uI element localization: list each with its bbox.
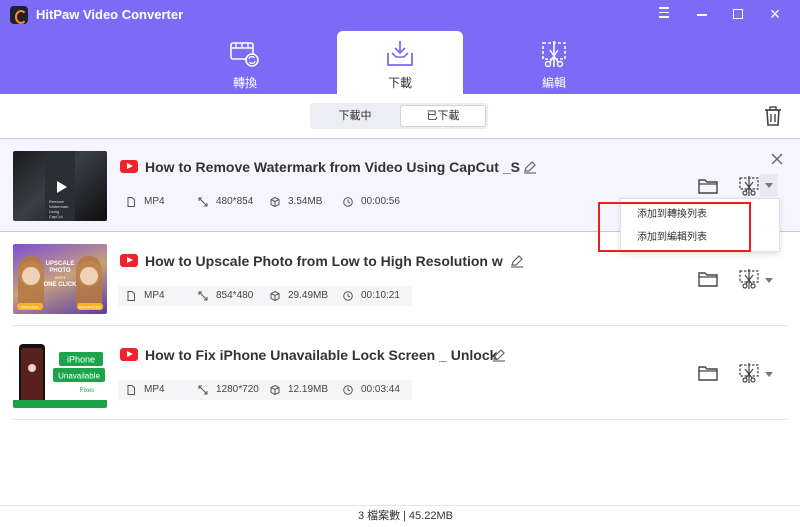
thumb-text: Fixes: [80, 388, 94, 394]
menu-icon[interactable]: [654, 4, 674, 24]
video-format: MP4: [144, 384, 165, 395]
thumb-text: PHOTO: [49, 268, 71, 274]
video-format: MP4: [144, 196, 165, 207]
app-title: HitPaw Video Converter: [36, 7, 184, 22]
resolution-icon: [198, 197, 208, 207]
download-icon: [387, 41, 413, 66]
video-row[interactable]: iPhone Unavailable Fixes How to Fix iPho…: [0, 326, 800, 420]
video-meta: MP4 480*854 3.54MB 00:00:56: [118, 192, 412, 212]
size-icon: [270, 197, 280, 207]
file-icon: [127, 291, 135, 301]
highlight-box: [598, 202, 751, 252]
size-icon: [270, 385, 280, 395]
cut-icon[interactable]: [738, 363, 760, 383]
folder-icon[interactable]: [698, 178, 718, 194]
cut-icon[interactable]: [738, 176, 760, 196]
video-duration: 00:03:44: [361, 384, 400, 395]
video-meta: MP4 854*480 29.49MB 00:10:21: [118, 286, 412, 306]
convert-icon: [230, 42, 259, 67]
tab-convert[interactable]: 轉換: [182, 31, 308, 94]
download-status-switch: 下載中 已下載: [310, 103, 488, 129]
row-divider: [12, 419, 788, 420]
clock-icon: [343, 291, 353, 301]
video-format: MP4: [144, 290, 165, 301]
subtab-downloaded[interactable]: 已下載: [400, 105, 486, 127]
video-thumbnail: Remove Watermark Using CapCut: [13, 151, 107, 221]
youtube-icon: [120, 348, 138, 361]
clock-icon: [343, 385, 353, 395]
thumb-text: ONE CLICK: [44, 282, 78, 288]
tab-download-label: 下載: [387, 76, 412, 90]
youtube-icon: [120, 254, 138, 267]
size-icon: [270, 291, 280, 301]
thumb-text: Unavailable: [58, 372, 100, 381]
video-resolution: 854*480: [216, 290, 254, 301]
tab-download[interactable]: 下載: [337, 31, 463, 94]
thumb-text: WITH: [55, 275, 65, 280]
caret-down-icon[interactable]: [765, 278, 773, 283]
video-duration: 00:10:21: [361, 290, 400, 301]
title-bar: HitPaw Video Converter × 轉換 下載 編輯: [0, 0, 800, 94]
video-size: 29.49MB: [288, 290, 329, 301]
tab-convert-label: 轉換: [232, 76, 257, 90]
resolution-icon: [198, 385, 208, 395]
resolution-icon: [198, 291, 208, 301]
edit-icon: [542, 41, 566, 68]
video-resolution: 480*854: [216, 196, 254, 207]
close-icon[interactable]: [770, 152, 784, 166]
video-size: 12.19MB: [288, 384, 329, 395]
pencil-icon[interactable]: [492, 348, 506, 362]
folder-icon[interactable]: [698, 365, 718, 381]
file-icon: [127, 197, 135, 207]
file-count: 3 檔案數: [358, 510, 401, 522]
thumb-text: UPSCALE: [46, 261, 75, 267]
video-thumbnail: UPSCALE PHOTO WITH ONE CLICK ORIGINAL EN…: [13, 244, 107, 314]
caret-down-icon[interactable]: [765, 183, 773, 188]
close-window-icon[interactable]: ×: [765, 4, 785, 24]
maximize-icon[interactable]: [728, 4, 748, 24]
trash-icon[interactable]: [763, 105, 783, 127]
cut-icon[interactable]: [738, 269, 760, 289]
folder-icon[interactable]: [698, 271, 718, 287]
tab-edit[interactable]: 編輯: [491, 31, 617, 94]
total-size: | 45.22MB: [403, 510, 453, 522]
thumb-text: ORIGINAL: [20, 305, 40, 310]
thumb-text: CapCut: [49, 214, 63, 219]
video-resolution: 1280*720: [216, 384, 259, 395]
file-icon: [127, 385, 135, 395]
video-thumbnail: iPhone Unavailable Fixes: [13, 338, 107, 408]
minimize-icon[interactable]: [692, 4, 712, 24]
subtab-downloading[interactable]: 下載中: [312, 105, 398, 127]
video-title: How to Upscale Photo from Low to High Re…: [145, 253, 503, 269]
status-bar: 3 檔案數 | 45.22MB: [0, 505, 800, 527]
app-logo: [10, 6, 28, 24]
thumb-text: iPhone: [67, 355, 95, 365]
pencil-icon[interactable]: [510, 254, 524, 268]
thumb-text: ENHANCED: [79, 305, 102, 310]
caret-down-icon[interactable]: [765, 372, 773, 377]
pencil-icon[interactable]: [523, 160, 537, 174]
video-size: 3.54MB: [288, 196, 323, 207]
video-title: How to Remove Watermark from Video Using…: [145, 159, 520, 175]
clock-icon: [343, 197, 353, 207]
youtube-icon: [120, 160, 138, 173]
tab-edit-label: 編輯: [541, 76, 566, 90]
video-title: How to Fix iPhone Unavailable Lock Scree…: [145, 347, 498, 363]
video-meta: MP4 1280*720 12.19MB 00:03:44: [118, 380, 412, 400]
video-duration: 00:00:56: [361, 196, 400, 207]
